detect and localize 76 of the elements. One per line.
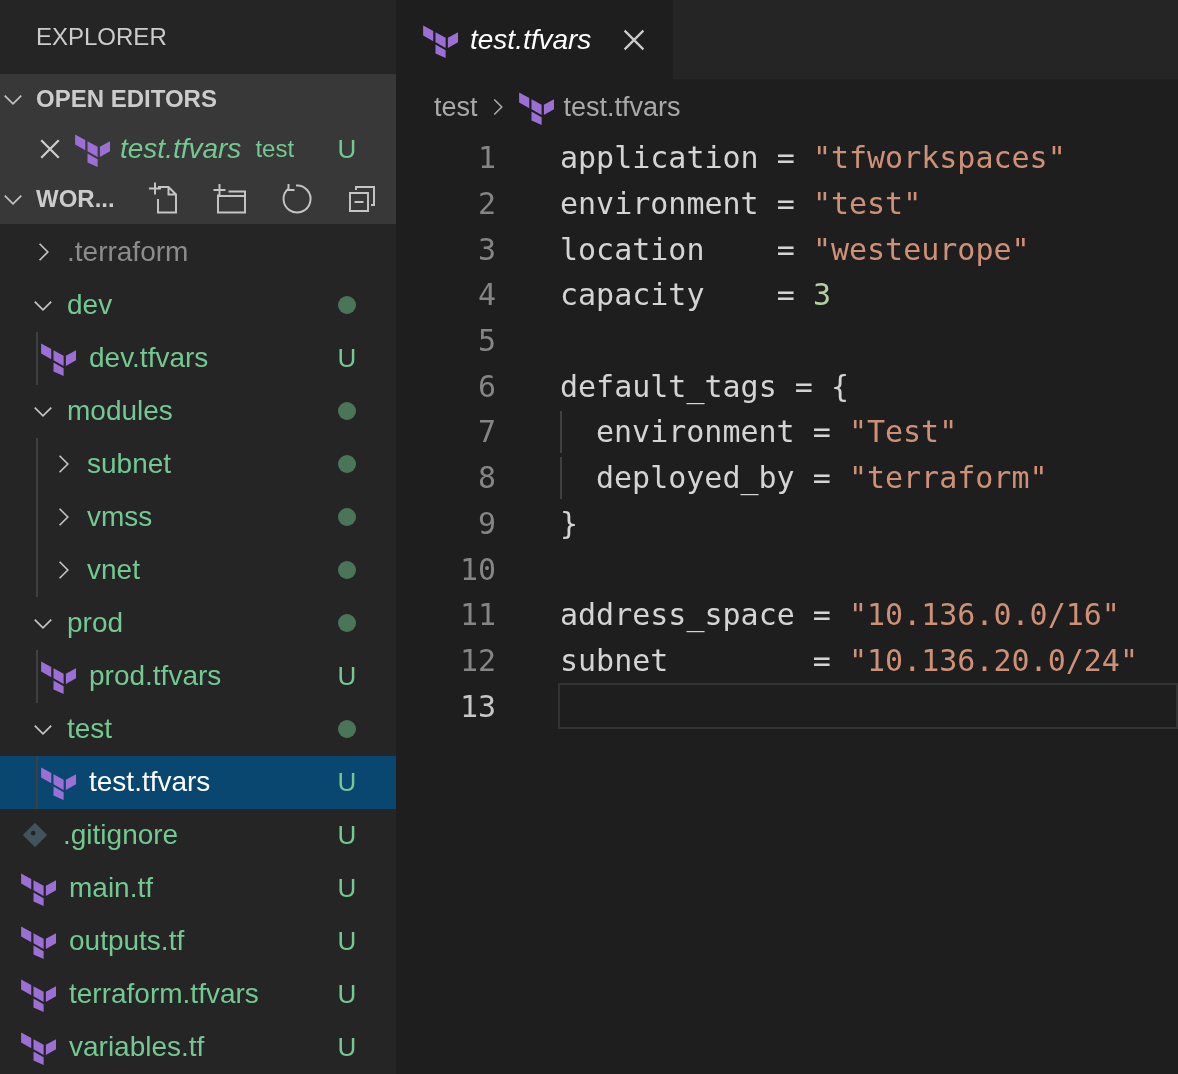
line-number: 1 bbox=[476, 139, 496, 178]
open-editor-item[interactable]: test.tfvars test U bbox=[0, 124, 396, 175]
sidebar-title: EXPLORER bbox=[36, 22, 167, 53]
tree-item[interactable]: test.tfvars U bbox=[0, 756, 396, 809]
tree-item[interactable]: dev bbox=[0, 279, 396, 332]
tree-item-label: variables.tf bbox=[69, 1030, 205, 1065]
code-line: deployed_by = "terraform" bbox=[596, 459, 1048, 498]
section-title: OPEN EDITORS bbox=[36, 84, 217, 115]
tree-item-label: .gitignore bbox=[63, 818, 179, 853]
git-status-label: U bbox=[337, 872, 357, 905]
tree-item-label: subnet bbox=[87, 447, 172, 482]
git-status-label: U bbox=[337, 660, 357, 693]
line-number: 10 bbox=[458, 550, 496, 589]
tab-title: test.tfvars bbox=[470, 22, 592, 57]
tree-item-label: terraform.tfvars bbox=[69, 977, 259, 1012]
line-number: 2 bbox=[476, 185, 496, 224]
tree-item-label: test.tfvars bbox=[89, 765, 211, 800]
section-title: WOR... bbox=[36, 184, 115, 215]
tree-item[interactable]: vmss bbox=[0, 491, 396, 544]
tree-item-label: dev.tfvars bbox=[89, 341, 209, 376]
tree-item-label: prod.tfvars bbox=[89, 659, 222, 694]
line-number: 12 bbox=[458, 641, 496, 680]
tree-item[interactable]: modules bbox=[0, 385, 396, 438]
code-line: subnet = "10.136.20.0/24" bbox=[560, 641, 1138, 680]
tree-item-label: vnet bbox=[87, 553, 140, 588]
tree-item-label: modules bbox=[67, 394, 173, 429]
code-line: } bbox=[560, 504, 579, 543]
tree-item-label: outputs.tf bbox=[69, 924, 185, 959]
git-status-label: U bbox=[337, 978, 357, 1011]
breadcrumb[interactable]: test bbox=[434, 86, 478, 128]
git-status-label: U bbox=[337, 819, 357, 852]
tree-item[interactable]: variables.tf U bbox=[0, 1021, 396, 1074]
line-number: 8 bbox=[476, 459, 496, 498]
line-number: 7 bbox=[476, 413, 496, 452]
git-status-label: U bbox=[337, 925, 357, 958]
line-number: 3 bbox=[476, 230, 496, 269]
tree-item[interactable]: subnet bbox=[0, 438, 396, 491]
tree-item-label: dev bbox=[67, 288, 113, 323]
section-header[interactable]: WOR... bbox=[0, 174, 396, 224]
tree-item-label: test bbox=[67, 712, 113, 747]
tree-item[interactable]: vnet bbox=[0, 544, 396, 597]
line-number: 9 bbox=[476, 504, 496, 543]
tree-item-label: .terraform bbox=[67, 235, 189, 270]
tree-item[interactable]: main.tf U bbox=[0, 862, 396, 915]
code-line: application = "tfworkspaces" bbox=[560, 139, 1066, 178]
tree-item-label: prod bbox=[67, 606, 124, 641]
code-line: default_tags = { bbox=[560, 367, 849, 407]
git-status-label: U bbox=[337, 132, 357, 166]
git-status-label: U bbox=[337, 1031, 357, 1064]
tree-item[interactable]: .terraform bbox=[0, 226, 396, 279]
open-editor-name: test.tfvars bbox=[120, 132, 242, 167]
code-line: environment = "Test" bbox=[596, 413, 958, 452]
code-line: capacity = 3 bbox=[560, 276, 831, 315]
code-line: address_space = "10.136.0.0/16" bbox=[560, 596, 1120, 635]
open-editor-folder: test bbox=[255, 134, 295, 165]
tree-item[interactable]: test bbox=[0, 703, 396, 756]
code-line: environment = "test" bbox=[560, 185, 922, 224]
tree-item[interactable]: prod.tfvars U bbox=[0, 650, 396, 703]
tree-item[interactable]: dev.tfvars U bbox=[0, 332, 396, 385]
git-status-label: U bbox=[337, 766, 357, 799]
line-number: 13 bbox=[458, 687, 496, 726]
tree-item-label: main.tf bbox=[69, 871, 154, 906]
line-number: 6 bbox=[476, 367, 496, 406]
tree-item[interactable]: terraform.tfvars U bbox=[0, 968, 396, 1021]
editor-tab[interactable]: test.tfvars bbox=[396, 0, 674, 79]
tree-item-label: vmss bbox=[87, 500, 153, 535]
section-header[interactable]: OPEN EDITORS bbox=[0, 74, 396, 125]
breadcrumb[interactable]: test.tfvars bbox=[563, 86, 681, 128]
line-number: 4 bbox=[476, 276, 496, 315]
code-line: location = "westeurope" bbox=[560, 230, 1030, 269]
line-number: 11 bbox=[458, 596, 496, 635]
tree-item[interactable]: prod bbox=[0, 597, 396, 650]
git-status-label: U bbox=[337, 342, 357, 375]
tree-item[interactable]: .gitignore U bbox=[0, 809, 396, 862]
tree-item[interactable]: outputs.tf U bbox=[0, 915, 396, 968]
line-number: 5 bbox=[476, 322, 496, 361]
